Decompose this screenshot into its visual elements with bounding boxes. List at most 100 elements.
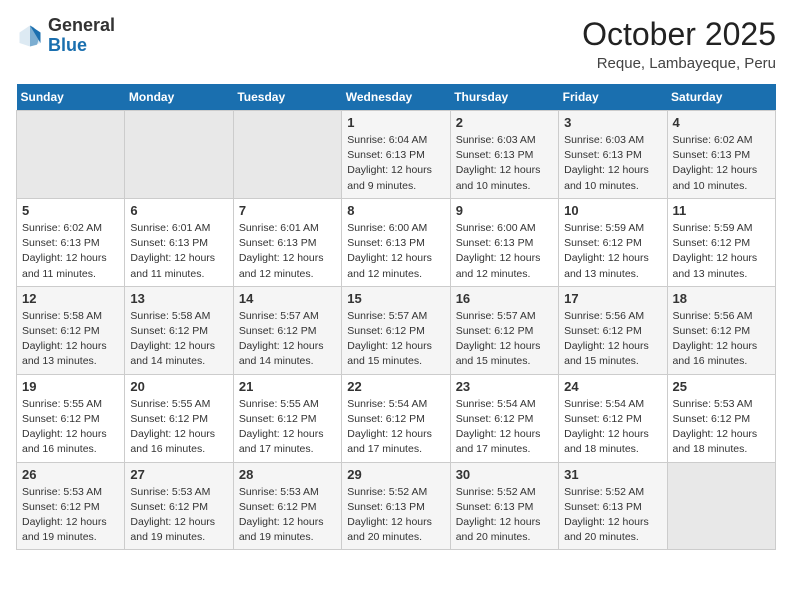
calendar-cell: 26Sunrise: 5:53 AMSunset: 6:12 PMDayligh… xyxy=(17,462,125,550)
calendar-table: SundayMondayTuesdayWednesdayThursdayFrid… xyxy=(16,84,776,550)
calendar-cell: 24Sunrise: 5:54 AMSunset: 6:12 PMDayligh… xyxy=(559,374,667,462)
calendar-cell: 12 Sunrise: 5:58 AMSunset: 6:12 PMDayligh… xyxy=(17,286,125,374)
calendar-cell: 13Sunrise: 5:58 AMSunset: 6:12 PMDayligh… xyxy=(125,286,233,374)
day-number: 23 xyxy=(456,379,553,394)
calendar-cell: 27Sunrise: 5:53 AMSunset: 6:12 PMDayligh… xyxy=(125,462,233,550)
day-info: Sunrise: 5:59 AMSunset: 6:12 PMDaylight:… xyxy=(564,221,661,282)
logo-icon xyxy=(16,22,44,50)
day-number: 29 xyxy=(347,467,444,482)
day-info: Sunrise: 5:53 AMSunset: 6:12 PMDaylight:… xyxy=(22,485,119,546)
day-info: Sunrise: 6:01 AMSunset: 6:13 PMDaylight:… xyxy=(239,221,336,282)
day-number: 8 xyxy=(347,203,444,218)
calendar-cell: 22Sunrise: 5:54 AMSunset: 6:12 PMDayligh… xyxy=(342,374,450,462)
day-number: 15 xyxy=(347,291,444,306)
calendar-cell: 14 Sunrise: 5:57 AMSunset: 6:12 PMDayligh… xyxy=(233,286,341,374)
calendar-cell xyxy=(125,111,233,199)
day-info: Sunrise: 6:00 AMSunset: 6:13 PMDaylight:… xyxy=(456,221,553,282)
day-info: Sunrise: 5:54 AMSunset: 6:12 PMDaylight:… xyxy=(456,397,553,458)
location-text: Reque, Lambayeque, Peru xyxy=(582,55,776,72)
day-number: 21 xyxy=(239,379,336,394)
calendar-cell: 25 Sunrise: 5:53 AMSunset: 6:12 PMDayligh… xyxy=(667,374,775,462)
day-info: Sunrise: 5:52 AMSunset: 6:13 PMDaylight:… xyxy=(564,485,661,546)
calendar-cell: 10 Sunrise: 5:59 AMSunset: 6:12 PMDayligh… xyxy=(559,198,667,286)
calendar-cell: 23 Sunrise: 5:54 AMSunset: 6:12 PMDayligh… xyxy=(450,374,558,462)
calendar-week-2: 5 Sunrise: 6:02 AMSunset: 6:13 PMDaylight… xyxy=(17,198,776,286)
day-info: Sunrise: 5:56 AMSunset: 6:12 PMDaylight:… xyxy=(564,309,661,370)
calendar-cell: 18 Sunrise: 5:56 AMSunset: 6:12 PMDayligh… xyxy=(667,286,775,374)
day-info: Sunrise: 5:58 AMSunset: 6:12 PMDaylight:… xyxy=(22,309,119,370)
day-info: Sunrise: 6:03 AMSunset: 6:13 PMDaylight:… xyxy=(456,133,553,194)
day-header-wednesday: Wednesday xyxy=(342,84,450,111)
day-header-monday: Monday xyxy=(125,84,233,111)
day-info: Sunrise: 5:59 AMSunset: 6:12 PMDaylight:… xyxy=(673,221,770,282)
day-info: Sunrise: 6:02 AMSunset: 6:13 PMDaylight:… xyxy=(22,221,119,282)
calendar-cell: 15 Sunrise: 5:57 AMSunset: 6:12 PMDayligh… xyxy=(342,286,450,374)
calendar-cell: 1 Sunrise: 6:04 AMSunset: 6:13 PMDaylight… xyxy=(342,111,450,199)
calendar-cell: 5 Sunrise: 6:02 AMSunset: 6:13 PMDaylight… xyxy=(17,198,125,286)
calendar-week-4: 19 Sunrise: 5:55 AMSunset: 6:12 PMDayligh… xyxy=(17,374,776,462)
calendar-cell xyxy=(233,111,341,199)
day-number: 19 xyxy=(22,379,119,394)
calendar-week-1: 1 Sunrise: 6:04 AMSunset: 6:13 PMDaylight… xyxy=(17,111,776,199)
day-info: Sunrise: 5:52 AMSunset: 6:13 PMDaylight:… xyxy=(456,485,553,546)
day-number: 1 xyxy=(347,115,444,130)
logo: General Blue xyxy=(16,16,115,56)
calendar-cell: 11 Sunrise: 5:59 AMSunset: 6:12 PMDayligh… xyxy=(667,198,775,286)
logo-text: General Blue xyxy=(48,16,115,56)
day-number: 31 xyxy=(564,467,661,482)
day-info: Sunrise: 5:52 AMSunset: 6:13 PMDaylight:… xyxy=(347,485,444,546)
day-number: 10 xyxy=(564,203,661,218)
calendar-cell: 16Sunrise: 5:57 AMSunset: 6:12 PMDayligh… xyxy=(450,286,558,374)
day-number: 28 xyxy=(239,467,336,482)
day-number: 4 xyxy=(673,115,770,130)
day-info: Sunrise: 5:56 AMSunset: 6:12 PMDaylight:… xyxy=(673,309,770,370)
day-info: Sunrise: 5:53 AMSunset: 6:12 PMDaylight:… xyxy=(130,485,227,546)
day-number: 25 xyxy=(673,379,770,394)
calendar-week-5: 26Sunrise: 5:53 AMSunset: 6:12 PMDayligh… xyxy=(17,462,776,550)
day-number: 24 xyxy=(564,379,661,394)
page-header: General Blue October 2025 Reque, Lambaye… xyxy=(16,16,776,72)
calendar-cell: 19 Sunrise: 5:55 AMSunset: 6:12 PMDayligh… xyxy=(17,374,125,462)
calendar-cell xyxy=(667,462,775,550)
day-info: Sunrise: 5:55 AMSunset: 6:12 PMDaylight:… xyxy=(239,397,336,458)
day-number: 22 xyxy=(347,379,444,394)
calendar-cell: 8Sunrise: 6:00 AMSunset: 6:13 PMDaylight… xyxy=(342,198,450,286)
day-number: 16 xyxy=(456,291,553,306)
day-number: 7 xyxy=(239,203,336,218)
logo-blue-text: Blue xyxy=(48,35,87,55)
day-number: 5 xyxy=(22,203,119,218)
day-info: Sunrise: 6:04 AMSunset: 6:13 PMDaylight:… xyxy=(347,133,444,194)
day-info: Sunrise: 5:53 AMSunset: 6:12 PMDaylight:… xyxy=(239,485,336,546)
day-header-tuesday: Tuesday xyxy=(233,84,341,111)
day-number: 18 xyxy=(673,291,770,306)
calendar-cell: 21 Sunrise: 5:55 AMSunset: 6:12 PMDayligh… xyxy=(233,374,341,462)
calendar-week-3: 12 Sunrise: 5:58 AMSunset: 6:12 PMDayligh… xyxy=(17,286,776,374)
day-number: 3 xyxy=(564,115,661,130)
day-number: 13 xyxy=(130,291,227,306)
month-title: October 2025 xyxy=(582,16,776,53)
day-info: Sunrise: 6:02 AMSunset: 6:13 PMDaylight:… xyxy=(673,133,770,194)
logo-general-text: General xyxy=(48,15,115,35)
calendar-cell: 29 Sunrise: 5:52 AMSunset: 6:13 PMDayligh… xyxy=(342,462,450,550)
day-number: 30 xyxy=(456,467,553,482)
day-info: Sunrise: 5:57 AMSunset: 6:12 PMDaylight:… xyxy=(347,309,444,370)
day-number: 20 xyxy=(130,379,227,394)
calendar-cell: 17Sunrise: 5:56 AMSunset: 6:12 PMDayligh… xyxy=(559,286,667,374)
day-number: 12 xyxy=(22,291,119,306)
title-area: October 2025 Reque, Lambayeque, Peru xyxy=(582,16,776,72)
day-number: 14 xyxy=(239,291,336,306)
day-info: Sunrise: 5:57 AMSunset: 6:12 PMDaylight:… xyxy=(239,309,336,370)
day-header-friday: Friday xyxy=(559,84,667,111)
day-info: Sunrise: 5:55 AMSunset: 6:12 PMDaylight:… xyxy=(22,397,119,458)
days-header-row: SundayMondayTuesdayWednesdayThursdayFrid… xyxy=(17,84,776,111)
calendar-cell: 20 Sunrise: 5:55 AMSunset: 6:12 PMDayligh… xyxy=(125,374,233,462)
day-info: Sunrise: 5:53 AMSunset: 6:12 PMDaylight:… xyxy=(673,397,770,458)
day-number: 2 xyxy=(456,115,553,130)
calendar-cell: 2 Sunrise: 6:03 AMSunset: 6:13 PMDaylight… xyxy=(450,111,558,199)
day-info: Sunrise: 6:01 AMSunset: 6:13 PMDaylight:… xyxy=(130,221,227,282)
day-info: Sunrise: 5:55 AMSunset: 6:12 PMDaylight:… xyxy=(130,397,227,458)
day-header-saturday: Saturday xyxy=(667,84,775,111)
day-number: 11 xyxy=(673,203,770,218)
day-header-thursday: Thursday xyxy=(450,84,558,111)
calendar-cell: 9Sunrise: 6:00 AMSunset: 6:13 PMDaylight… xyxy=(450,198,558,286)
